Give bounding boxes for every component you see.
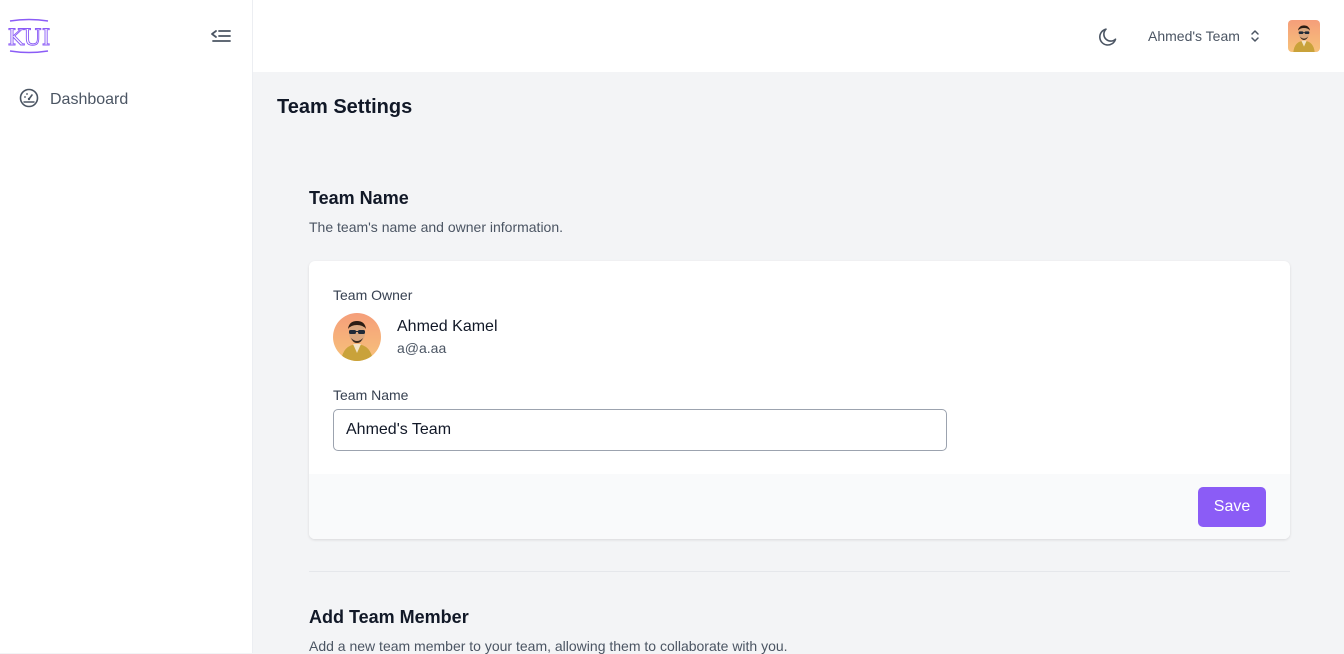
team-name-field-label: Team Name [333,387,409,403]
page-title: Team Settings [277,96,413,118]
sidebar-item-label: Dashboard [50,91,129,108]
add-team-member-section-title: Add Team Member [309,607,469,627]
team-owner-label: Team Owner [333,287,413,303]
user-avatar[interactable] [1288,20,1320,52]
team-name-card: Team Owner Ahmed Kamel a@a.aa Team Name … [309,261,1290,539]
collapse-sidebar-button[interactable] [208,24,234,48]
sidebar-item-dashboard[interactable]: Dashboard [18,88,128,112]
collapse-menu-icon [211,30,231,42]
owner-email: a@a.aa [397,340,447,356]
save-button[interactable]: Save [1198,487,1266,527]
svg-text:KUI: KUI [8,26,50,51]
team-switcher-label: Ahmed's Team [1148,28,1240,44]
moon-icon [1099,28,1117,46]
team-name-section-title: Team Name [309,188,409,208]
team-name-input[interactable] [333,409,947,451]
owner-avatar [333,313,381,361]
section-divider [309,571,1290,572]
team-name-section-description: The team's name and owner information. [309,219,564,235]
top-bar: Ahmed's Team [253,0,1344,72]
add-team-member-section-description: Add a new team member to your team, allo… [309,638,788,654]
dark-mode-toggle[interactable] [1095,24,1121,50]
card-footer: Save [309,474,1290,539]
owner-name: Ahmed Kamel [397,318,498,335]
chevron-up-down-icon [1251,30,1259,42]
dashboard-gauge-icon [18,87,40,114]
team-switcher-dropdown[interactable]: Ahmed's Team [1148,26,1262,46]
kui-logo[interactable]: KUI [7,18,51,54]
sidebar: KUI Dashboard [0,0,253,653]
